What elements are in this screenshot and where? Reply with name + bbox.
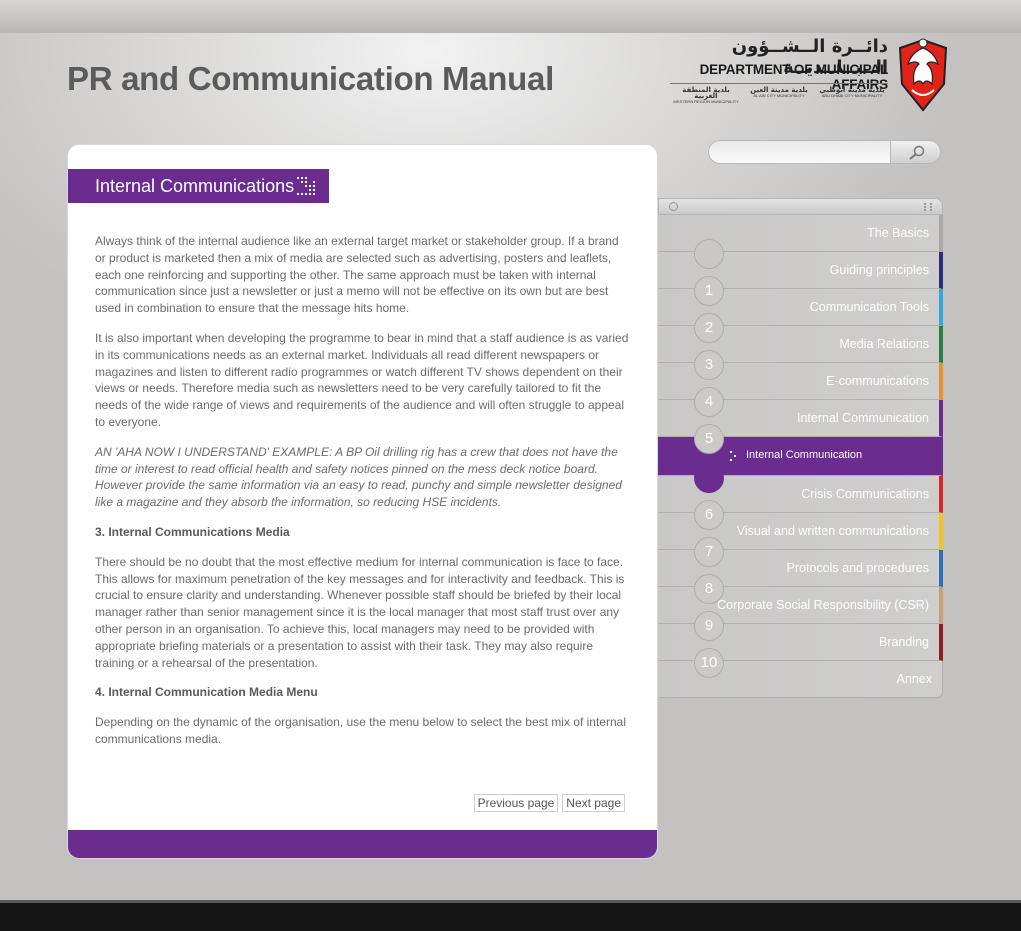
panel-footer bbox=[68, 830, 657, 858]
chapter-number-1[interactable]: 1 bbox=[694, 276, 724, 306]
menu-item-label: Media Relations bbox=[839, 337, 929, 351]
pager: Previous page Next page bbox=[473, 794, 625, 812]
paragraph: There should be no doubt that the most e… bbox=[95, 554, 625, 670]
menu-item-label: Crisis Communications bbox=[801, 487, 929, 501]
menu-item-label: The Basics bbox=[867, 226, 929, 240]
footer-bar bbox=[0, 900, 1021, 931]
paragraph: Always think of the internal audience li… bbox=[95, 234, 619, 316]
menu-item-label: Internal Communication bbox=[796, 411, 929, 425]
menu-item-label: Communication Tools bbox=[809, 300, 929, 314]
logo-sub-en: ABU DHABI CITY MUNICIPALITY bbox=[821, 93, 883, 98]
search-input[interactable] bbox=[708, 140, 893, 164]
search-icon bbox=[909, 145, 925, 160]
section-header: Internal Communications bbox=[68, 169, 329, 203]
top-bar bbox=[0, 0, 1021, 34]
article-content: Always think of the internal audience li… bbox=[95, 233, 629, 761]
dots-arrow-icon bbox=[297, 177, 315, 195]
logo-municipalities: بلدية المنطقة الغربية WESTERN REGION MUN… bbox=[670, 83, 888, 105]
content-panel: Internal Communications Always think of … bbox=[67, 144, 658, 859]
dots-bullet-icon bbox=[730, 451, 736, 461]
search-button[interactable] bbox=[890, 140, 941, 164]
chapter-number-6[interactable]: 6 bbox=[694, 500, 724, 530]
menu-home-icon[interactable] bbox=[669, 202, 678, 211]
menu-item-label: Corporate Social Responsibility (CSR) bbox=[717, 598, 929, 612]
falcon-emblem-icon bbox=[898, 38, 948, 112]
next-page-button[interactable]: Next page bbox=[562, 794, 625, 812]
department-logo: دائــرة الــشــؤون الــبــلــديــة DEPAR… bbox=[668, 36, 958, 116]
chapter-number-9[interactable]: 9 bbox=[694, 611, 724, 641]
menu-item-label: Annex bbox=[896, 672, 932, 686]
menu-item-label: Visual and written communications bbox=[736, 524, 929, 538]
chapter-number-2[interactable]: 2 bbox=[694, 313, 724, 343]
section-title: Internal Communications bbox=[95, 176, 295, 196]
chapter-circle-active[interactable] bbox=[694, 463, 724, 493]
paragraph: It is also important when developing the… bbox=[95, 330, 629, 429]
section-heading: 4. Internal Communication Media Menu bbox=[95, 685, 318, 700]
logo-sub-en: AL AIN CITY MUNICIPALITY bbox=[753, 93, 805, 98]
paragraph: Depending on the dynamic of the organisa… bbox=[95, 715, 626, 746]
chapter-number-5[interactable]: 5 bbox=[694, 424, 724, 454]
logo-sub-en: WESTERN REGION MUNICIPALITY bbox=[673, 99, 739, 104]
menu-item-label: Protocols and procedures bbox=[786, 561, 929, 575]
menu-item-label: E-communications bbox=[826, 374, 929, 388]
menu-item-label: Branding bbox=[878, 635, 929, 649]
chapter-number-7[interactable]: 7 bbox=[694, 537, 724, 567]
search-box bbox=[708, 140, 941, 164]
app-title: PR and Communication Manual bbox=[67, 60, 554, 97]
logo-sub-ar: بلدية المنطقة الغربية bbox=[682, 86, 730, 100]
previous-page-button[interactable]: Previous page bbox=[473, 794, 559, 812]
menu-item-label: Guiding principles bbox=[829, 263, 929, 277]
chapter-circle-home[interactable] bbox=[694, 239, 724, 269]
section-heading: 3. Internal Communications Media bbox=[95, 524, 290, 539]
chapter-number-3[interactable]: 3 bbox=[694, 350, 724, 380]
logo-sub-alain: بلدية مدينة العين AL AIN CITY MUNICIPALI… bbox=[743, 87, 815, 105]
submenu-item-label: Internal Communication bbox=[746, 449, 863, 461]
chapter-number-4[interactable]: 4 bbox=[694, 387, 724, 417]
logo-sub-abudhabi: بلدية مدينة أبوظبي ABU DHABI CITY MUNICI… bbox=[816, 87, 888, 105]
menu-header bbox=[658, 198, 943, 215]
chapter-number-8[interactable]: 8 bbox=[694, 574, 724, 604]
chapter-number-10[interactable]: 10 bbox=[694, 648, 724, 678]
example-paragraph: AN 'AHA NOW I UNDERSTAND' EXAMPLE: A BP … bbox=[95, 444, 622, 510]
menu-grip-icon[interactable] bbox=[924, 203, 932, 211]
logo-sub-western: بلدية المنطقة الغربية WESTERN REGION MUN… bbox=[670, 87, 742, 105]
